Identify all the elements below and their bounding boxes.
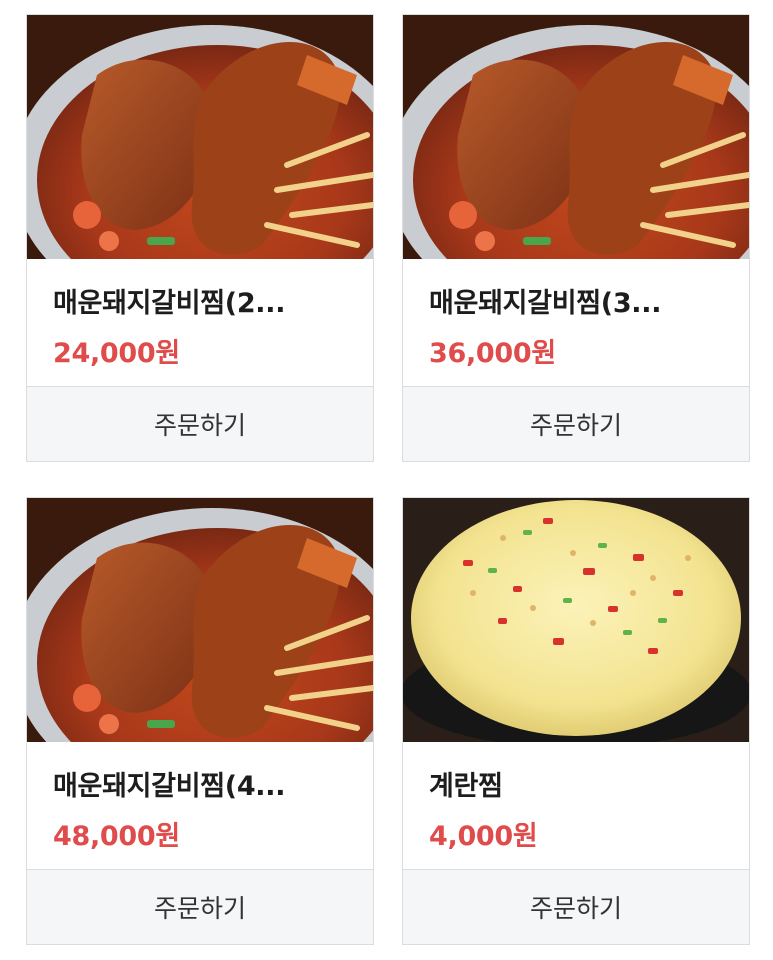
order-button[interactable]: 주문하기 <box>27 869 373 944</box>
product-photo[interactable] <box>403 498 749 742</box>
product-card[interactable]: 매운돼지갈비찜(3... 36,000원 주문하기 <box>402 14 750 462</box>
product-card[interactable]: 매운돼지갈비찜(4... 48,000원 주문하기 <box>26 497 374 945</box>
product-card[interactable]: 계란찜 4,000원 주문하기 <box>402 497 750 945</box>
product-price: 24,000원 <box>53 338 180 369</box>
product-card[interactable]: 매운돼지갈비찜(2... 24,000원 주문하기 <box>26 14 374 462</box>
product-price: 48,000원 <box>53 821 180 852</box>
product-name: 매운돼지갈비찜(4... <box>53 771 286 802</box>
order-button[interactable]: 주문하기 <box>403 386 749 461</box>
order-button[interactable]: 주문하기 <box>403 869 749 944</box>
product-name: 매운돼지갈비찜(3... <box>429 288 662 319</box>
product-price: 4,000원 <box>429 821 538 852</box>
product-price: 36,000원 <box>429 338 556 369</box>
product-grid: 매운돼지갈비찜(2... 24,000원 주문하기 매운돼지갈비찜(3... 3… <box>0 0 773 960</box>
product-photo[interactable] <box>27 15 373 259</box>
product-name: 매운돼지갈비찜(2... <box>53 288 286 319</box>
product-photo[interactable] <box>403 15 749 259</box>
product-photo[interactable] <box>27 498 373 742</box>
product-name: 계란찜 <box>429 771 503 802</box>
order-button[interactable]: 주문하기 <box>27 386 373 461</box>
